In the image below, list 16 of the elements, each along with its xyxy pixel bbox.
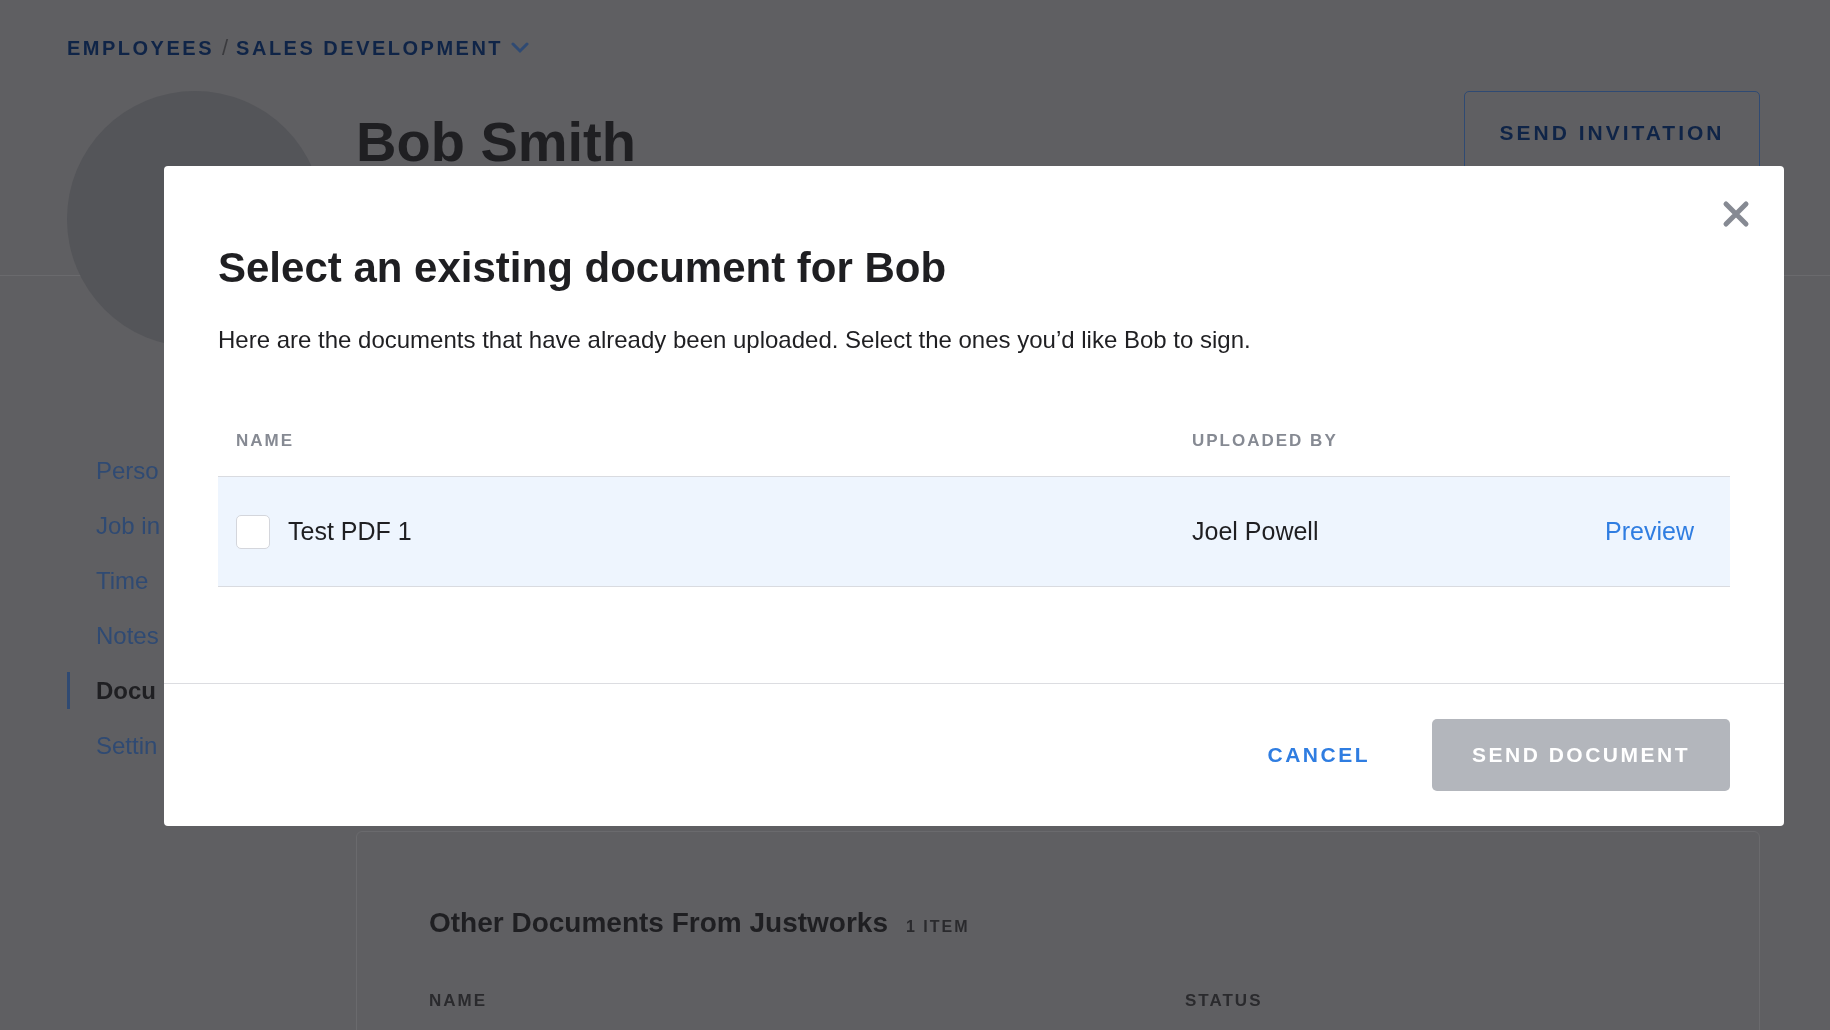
document-row[interactable]: Test PDF 1 Joel Powell Preview — [218, 477, 1730, 587]
modal-title: Select an existing document for Bob — [218, 244, 948, 292]
chevron-down-icon[interactable] — [511, 42, 530, 54]
modal-description: Here are the documents that have already been uploaded. Select the ones you’d like Bob to sign. — [218, 326, 1252, 354]
column-header: UPLOADED BY — [1192, 431, 1339, 451]
cancel-button[interactable]: CANCEL — [1261, 742, 1376, 768]
preview-link[interactable]: Preview — [1605, 517, 1694, 546]
breadcrumb-link[interactable]: SALES DEVELOPMENT — [236, 36, 504, 60]
breadcrumb-link[interactable]: EMPLOYEES — [67, 36, 214, 60]
uploader-name: Joel Powell — [1192, 517, 1320, 546]
section-title: Other Documents From Justworks — [429, 907, 888, 939]
employee-name: Bob Smith — [356, 109, 637, 174]
checkbox[interactable] — [236, 514, 270, 549]
breadcrumb-separator: / — [222, 35, 229, 61]
document-name: Test PDF 1 — [288, 517, 412, 546]
column-header: NAME — [236, 431, 296, 451]
